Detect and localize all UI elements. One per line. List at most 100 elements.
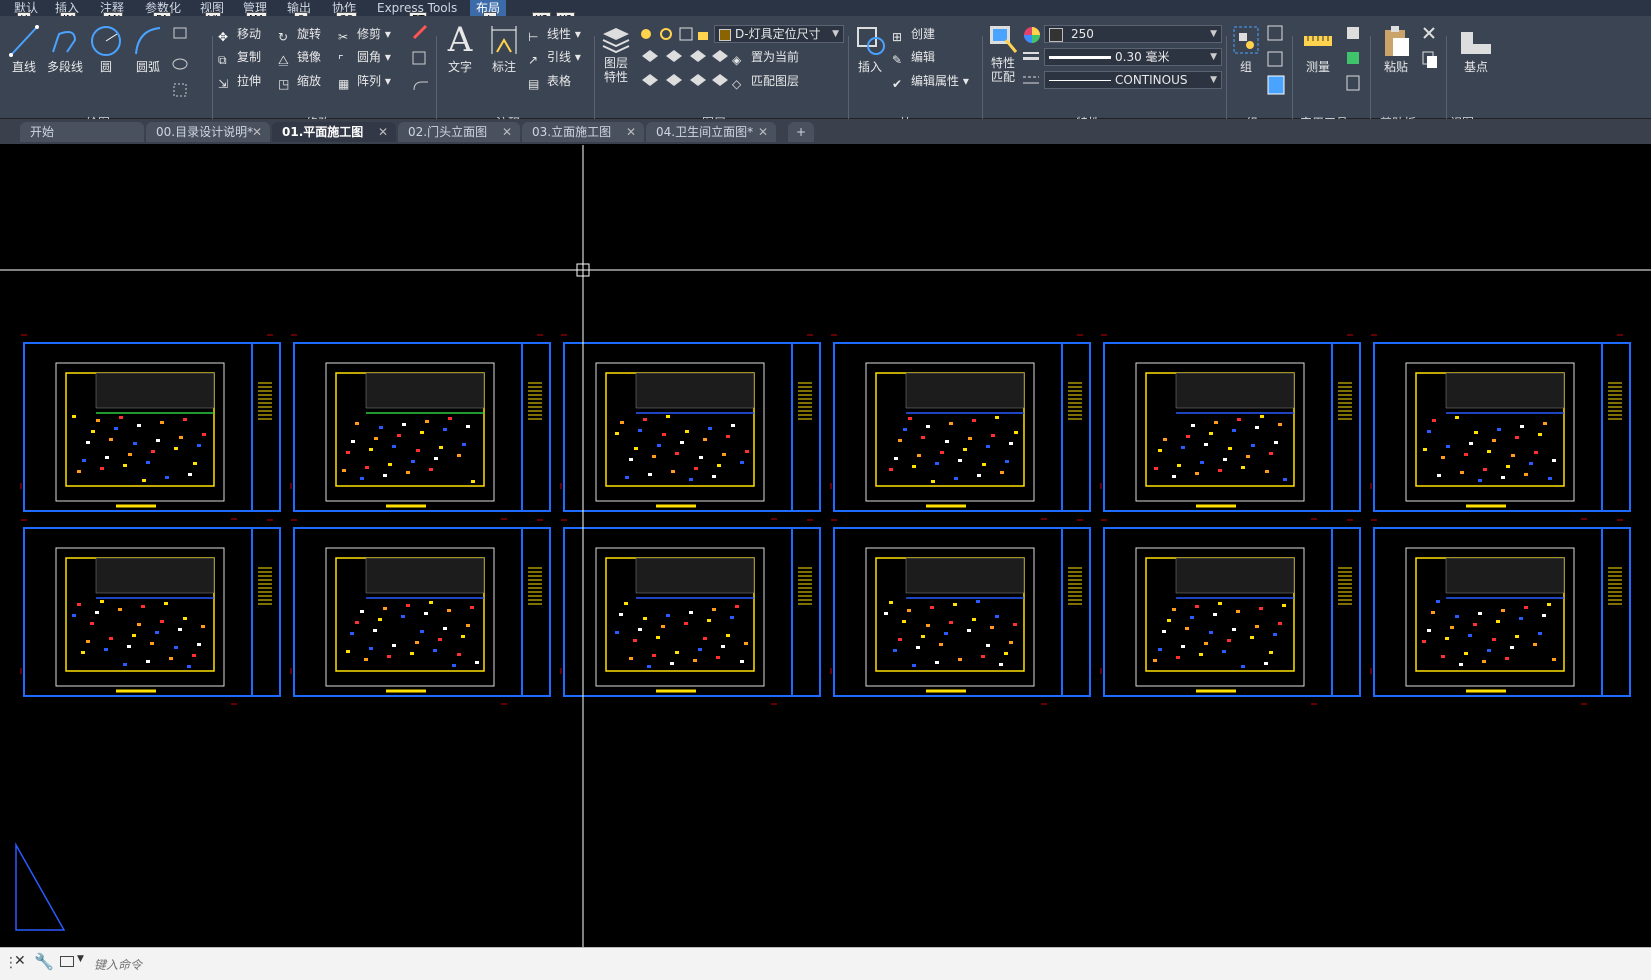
layer-properties-tool[interactable]: 图层 特性 — [598, 24, 634, 84]
plan-detail — [429, 468, 433, 471]
plan-detail — [109, 438, 113, 441]
plan-detail — [1431, 611, 1435, 614]
draw-more-icons[interactable] — [172, 24, 202, 104]
plan-detail — [1496, 620, 1500, 623]
tab-catalog[interactable]: 00.目录设计说明* ✕ — [146, 122, 270, 142]
edit-label: 编辑 — [911, 50, 936, 64]
match-layer-tool[interactable]: ◇ 匹配图层 — [732, 71, 799, 91]
rotate-tool[interactable]: ↻ 旋转 — [278, 24, 321, 44]
group-tool[interactable]: 组 — [1230, 24, 1262, 74]
measure-tool[interactable]: 测量 — [1298, 24, 1338, 74]
tab-start[interactable]: 开始 — [20, 122, 144, 142]
tab-facade[interactable]: 02.门头立面图 ✕ — [398, 122, 520, 142]
edit-attributes-tool[interactable]: ✔ 编辑属性 ▾ — [892, 71, 969, 91]
title-block — [1331, 342, 1361, 512]
match-properties-tool[interactable]: 特性 匹配 — [986, 24, 1020, 84]
plan-detail — [1483, 468, 1487, 471]
group-more-icons[interactable] — [1266, 24, 1288, 100]
layer-state-icons[interactable] — [638, 25, 714, 43]
trim-icon: ✂ — [338, 29, 349, 44]
set-current-layer-tool[interactable]: ◈ 置为当前 — [732, 47, 799, 67]
mirror-tool[interactable]: ⧋ 镜像 — [278, 47, 321, 67]
polyline-tool[interactable]: 多段线 — [43, 24, 87, 74]
color-dropdown[interactable]: 250 ▼ — [1044, 25, 1222, 43]
edit-block-tool[interactable]: ✎ 编辑 — [892, 47, 935, 67]
drawing-canvas[interactable] — [0, 145, 1651, 947]
text-icon: A — [447, 20, 473, 60]
insert-block-tool[interactable]: 插入 — [852, 24, 888, 74]
text-tool[interactable]: A 文字 — [440, 22, 480, 74]
command-input[interactable] — [92, 954, 1596, 976]
base-point-tool[interactable]: 基点 — [1454, 24, 1498, 74]
layer-dropdown[interactable]: D-灯具定位尺寸 ▼ — [714, 25, 844, 43]
lineweight-dropdown[interactable]: 0.30 毫米 ▼ — [1044, 48, 1222, 66]
array-tool[interactable]: ▦ 阵列 ▾ — [338, 71, 391, 91]
chevron-down-icon[interactable]: ▼ — [77, 954, 84, 964]
table-tool[interactable]: ▤ 表格 — [528, 71, 571, 91]
circle-tool[interactable]: 圆 — [88, 24, 124, 74]
leader-tool[interactable]: ↗ 引线 ▾ — [528, 47, 581, 67]
create-block-tool[interactable]: ⊞ 创建 — [892, 24, 935, 44]
trim-tool[interactable]: ✂ 修剪 ▾ — [338, 24, 391, 44]
clipboard-more-icons[interactable] — [1420, 24, 1442, 76]
insert-label: 插入 — [857, 60, 882, 74]
plan-detail — [995, 615, 999, 618]
match-properties-label-2: 匹配 — [990, 70, 1015, 84]
close-icon[interactable]: ✕ — [378, 122, 388, 142]
copy-tool[interactable]: ⧉ 复制 — [218, 47, 261, 67]
plan-detail — [1222, 650, 1226, 653]
plan-detail — [90, 622, 94, 625]
paste-tool[interactable]: 粘贴 — [1376, 24, 1416, 74]
dimension-tool[interactable]: 标注 — [484, 24, 524, 74]
linetype-dropdown[interactable]: CONTINOUS ▼ — [1044, 71, 1222, 89]
line-tool[interactable]: 直线 — [6, 24, 42, 74]
plan-detail — [383, 607, 387, 610]
plan-detail — [118, 608, 122, 611]
linear-dim-tool[interactable]: ⊢ 线性 ▾ — [528, 24, 581, 44]
plan-detail — [1246, 455, 1250, 458]
plan-detail — [141, 605, 145, 608]
plan-detail — [183, 617, 187, 620]
plan-detail — [86, 441, 90, 444]
close-icon[interactable]: ✕ — [758, 122, 768, 142]
plan-detail — [926, 624, 930, 627]
fillet-tool[interactable]: ⌜ 圆角 ▾ — [338, 47, 391, 67]
tab-plan[interactable]: 01.平面施工图 ✕ — [272, 122, 396, 142]
modify-more-icons[interactable] — [410, 24, 432, 104]
utilities-more-icons[interactable] — [1344, 24, 1366, 100]
scale-tool[interactable]: ◳ 缩放 — [278, 71, 321, 91]
plan-detail — [1153, 659, 1157, 662]
arc-tool[interactable]: 圆弧 — [128, 24, 168, 74]
plan-detail — [392, 644, 396, 647]
command-history-icon[interactable] — [60, 956, 74, 967]
plan-detail — [1223, 458, 1227, 461]
plan-detail — [1232, 628, 1236, 631]
plan-detail — [387, 655, 391, 658]
plan-detail — [1520, 425, 1524, 428]
close-icon[interactable]: ✕ — [626, 122, 636, 142]
plan-detail — [346, 451, 350, 454]
color-wheel-icon[interactable] — [1022, 25, 1042, 45]
close-icon[interactable]: ✕ — [252, 122, 262, 142]
new-tab-button[interactable]: + — [788, 122, 814, 142]
move-tool[interactable]: ✥ 移动 — [218, 24, 261, 44]
lineweight-sample — [1049, 56, 1111, 59]
close-icon[interactable]: ✕ — [502, 122, 512, 142]
wrench-icon[interactable]: 🔧 — [34, 952, 54, 971]
plan-detail — [643, 418, 647, 421]
set-current-icon: ◈ — [732, 52, 742, 67]
close-icon[interactable]: ✕ — [14, 953, 26, 969]
stretch-tool[interactable]: ⇲ 拉伸 — [218, 71, 261, 91]
match-layer-icon: ◇ — [732, 76, 742, 91]
layer-tool-icons[interactable] — [640, 48, 730, 100]
plan-detail — [1181, 446, 1185, 449]
model-space[interactable] — [0, 145, 1651, 947]
plan-detail — [378, 618, 382, 621]
plan-detail — [416, 449, 420, 452]
tab-elevation[interactable]: 03.立面施工图 ✕ — [522, 122, 644, 142]
tab-restroom[interactable]: 04.卫生间立面图* ✕ — [646, 122, 776, 142]
plan-detail — [77, 470, 81, 473]
plan-detail — [1214, 421, 1218, 424]
plan-detail — [1445, 637, 1449, 640]
plan-detail — [745, 450, 749, 453]
